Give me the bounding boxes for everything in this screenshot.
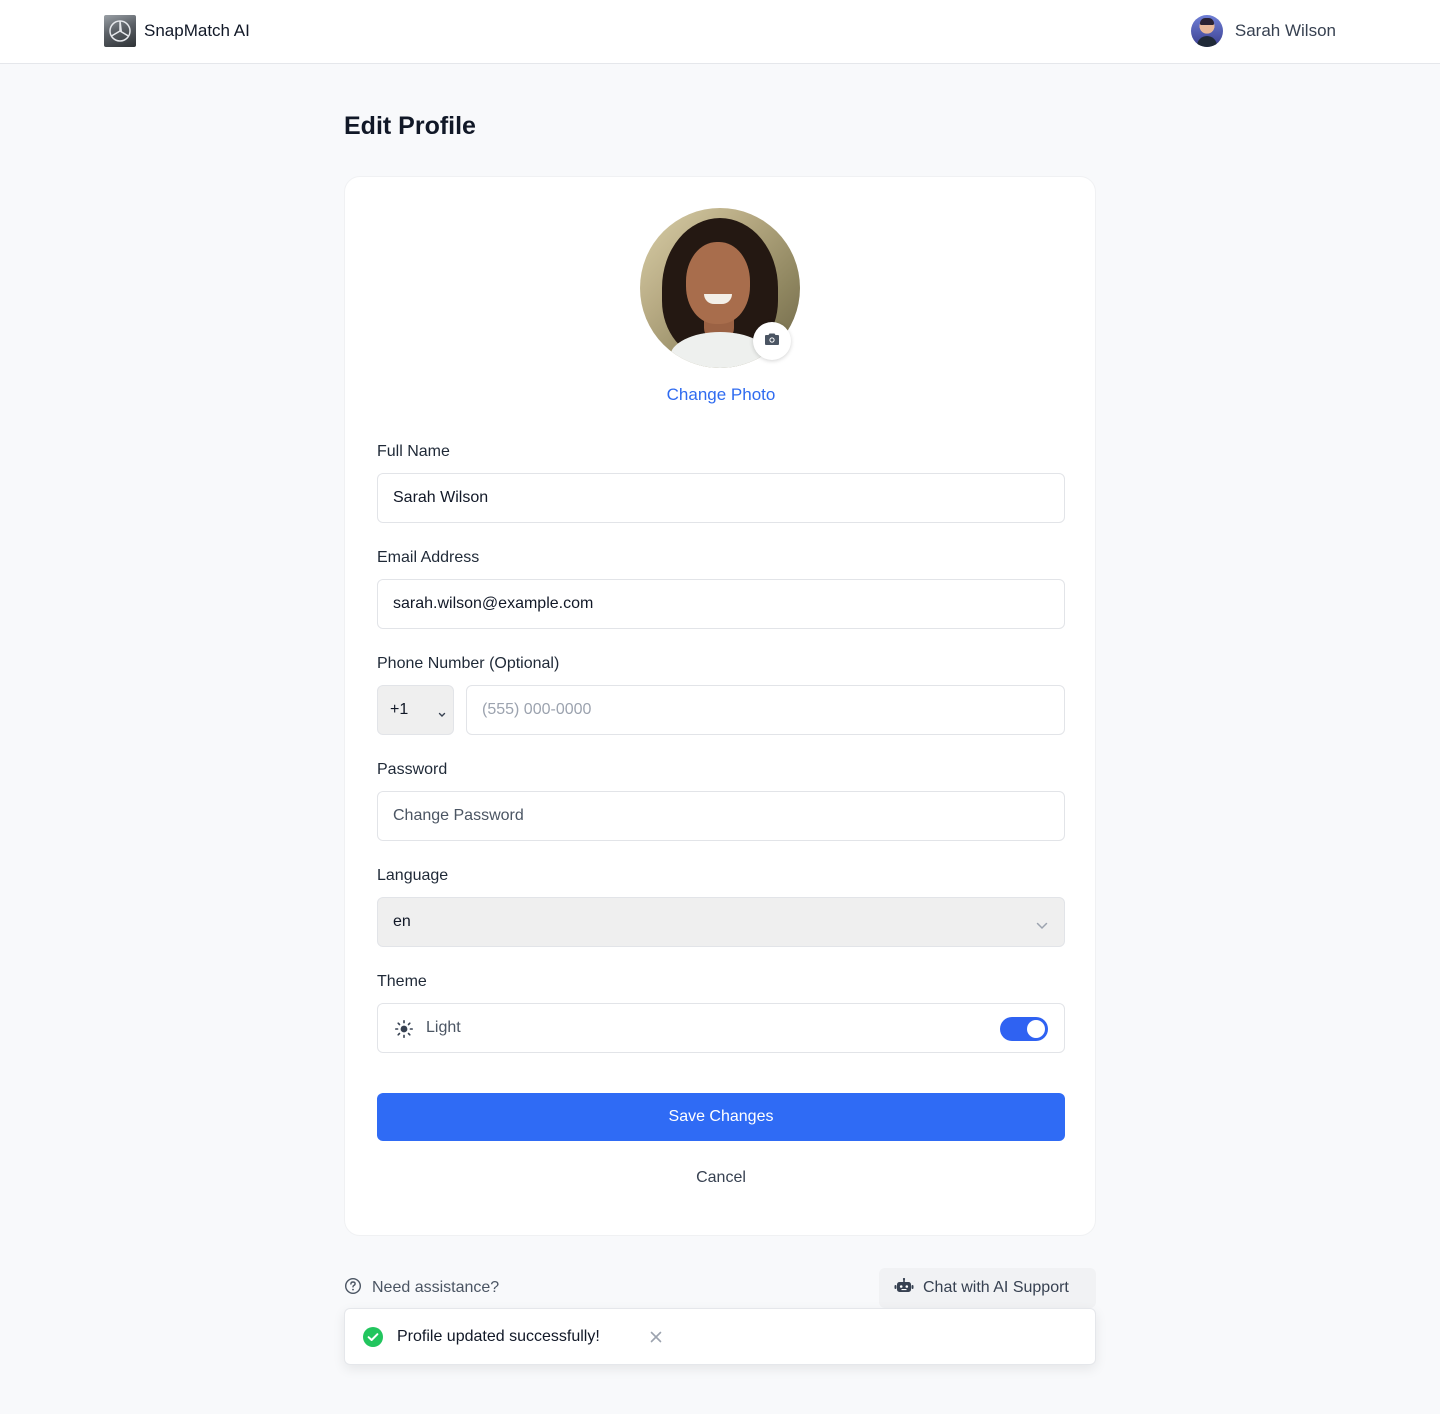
user-name: Sarah Wilson — [1234, 21, 1336, 40]
theme-setting: Light — [377, 1003, 1065, 1053]
email-label: Email Address — [377, 549, 480, 566]
theme-label: Theme — [377, 973, 427, 990]
chevron-down-icon — [1036, 917, 1048, 935]
brand-logo — [104, 15, 136, 47]
toggle-knob — [1027, 1020, 1045, 1038]
country-code-value: +1 — [390, 701, 409, 718]
phone-input[interactable]: (555) 000-0000 — [466, 685, 1065, 735]
user-menu[interactable]: Sarah Wilson — [1190, 15, 1336, 47]
camera-icon — [764, 332, 780, 351]
profile-photo-section — [640, 208, 800, 368]
brand[interactable]: SnapMatch AI — [104, 15, 250, 47]
help-circle-icon — [344, 1277, 362, 1300]
theme-value: Light — [426, 1019, 461, 1036]
full-name-input[interactable]: Sarah Wilson — [377, 473, 1065, 523]
robot-icon — [894, 1277, 914, 1299]
email-value: sarah.wilson@example.com — [393, 595, 594, 612]
top-navbar: SnapMatch AI Sarah Wilson — [0, 0, 1440, 64]
phone-placeholder: (555) 000-0000 — [482, 701, 592, 718]
chevron-down-icon — [438, 705, 446, 723]
help-prompt: Need assistance? — [344, 1276, 499, 1300]
password-label: Password — [377, 761, 448, 778]
help-text: Need assistance? — [372, 1279, 500, 1296]
edit-profile-card: Change Photo Full Name Sarah Wilson Emai… — [344, 176, 1096, 1236]
close-icon[interactable] — [649, 1330, 663, 1349]
toast-message: Profile updated successfully! — [397, 1328, 600, 1345]
language-value: en — [393, 913, 411, 930]
theme-toggle[interactable] — [1000, 1017, 1048, 1041]
chat-ai-support-button[interactable]: Chat with AI Support — [879, 1268, 1096, 1308]
page-title: Edit Profile — [344, 112, 476, 140]
camera-button[interactable] — [753, 322, 791, 360]
country-code-select[interactable]: +1 — [377, 685, 454, 735]
email-input[interactable]: sarah.wilson@example.com — [377, 579, 1065, 629]
success-toast: Profile updated successfully! — [344, 1308, 1096, 1365]
phone-label: Phone Number (Optional) — [377, 655, 560, 672]
save-button[interactable]: Save Changes — [377, 1093, 1065, 1141]
language-label: Language — [377, 867, 449, 884]
password-placeholder: Change Password — [393, 807, 524, 824]
change-photo-link[interactable]: Change Photo — [345, 385, 1097, 405]
full-name-label: Full Name — [377, 443, 450, 460]
check-circle-icon — [363, 1327, 383, 1352]
language-select[interactable]: en — [377, 897, 1065, 947]
brand-name: SnapMatch AI — [144, 21, 250, 40]
password-input[interactable]: Change Password — [377, 791, 1065, 841]
avatar — [1190, 15, 1223, 47]
sun-icon — [394, 1019, 414, 1044]
full-name-value: Sarah Wilson — [393, 489, 489, 506]
cancel-button[interactable]: Cancel — [345, 1169, 1097, 1187]
chat-button-label: Chat with AI Support — [923, 1279, 1069, 1296]
